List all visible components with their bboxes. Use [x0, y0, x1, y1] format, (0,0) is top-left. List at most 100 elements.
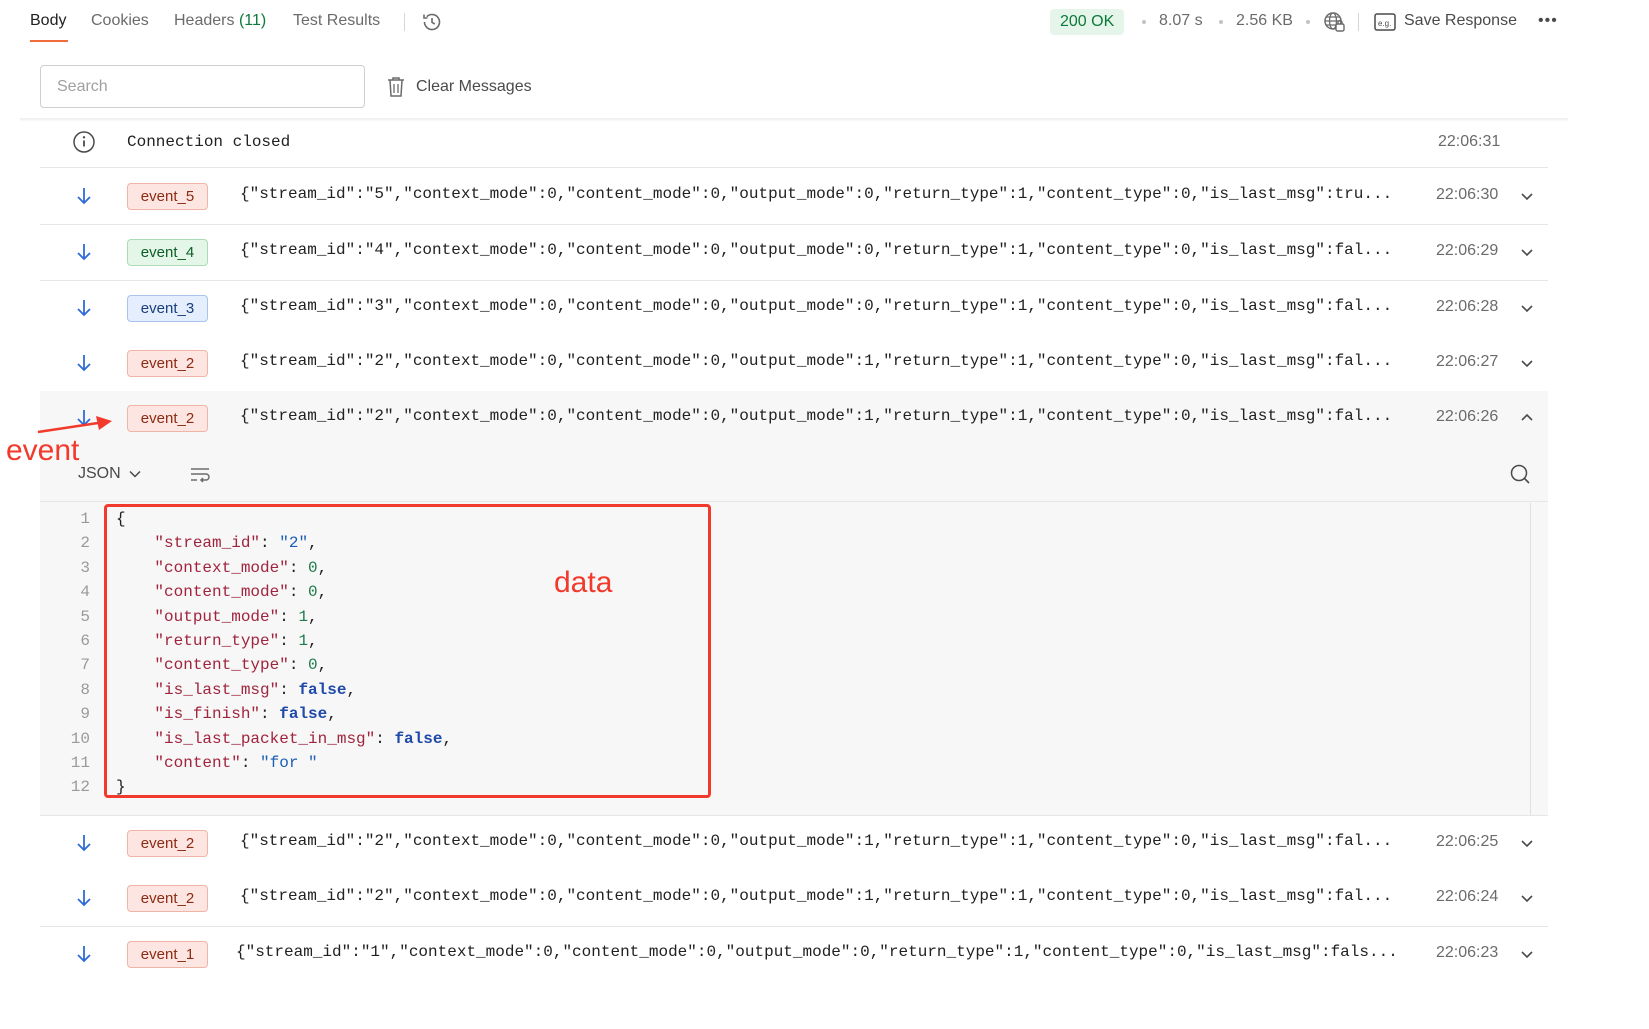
response-time[interactable]: 8.07 s	[1159, 12, 1203, 30]
chevron-down-icon[interactable]	[1518, 945, 1536, 963]
event-badge: event_3	[127, 295, 208, 322]
format-select[interactable]: JSON	[78, 465, 141, 483]
line-number: 7	[80, 656, 90, 675]
event-annotation-label: event	[6, 434, 80, 467]
response-size[interactable]: 2.56 KB	[1236, 12, 1293, 30]
headers-count: (11)	[238, 12, 267, 29]
message-row[interactable]: event_5 {"stream_id":"5","context_mode":…	[40, 169, 1548, 225]
message-row-expanded[interactable]: event_2 {"stream_id":"2","context_mode":…	[40, 391, 1548, 447]
message-time: 22:06:29	[1436, 242, 1499, 259]
chevron-down-icon[interactable]	[1518, 354, 1536, 372]
annotation-arrow-icon	[37, 416, 112, 434]
clear-messages-button[interactable]: Clear Messages	[386, 74, 532, 100]
line-number: 4	[80, 583, 90, 602]
message-row[interactable]: event_2 {"stream_id":"2","context_mode":…	[40, 336, 1548, 392]
tab-headers[interactable]: Headers (11)	[174, 12, 266, 30]
line-number: 3	[80, 558, 90, 577]
line-number: 8	[80, 680, 90, 699]
message-time: 22:06:30	[1436, 186, 1499, 203]
arrow-down-icon	[77, 835, 91, 852]
tab-test-results[interactable]: Test Results	[293, 12, 380, 30]
event-badge: event_2	[127, 405, 208, 432]
arrow-down-icon	[77, 355, 91, 372]
message-data-preview: {"stream_id":"5","context_mode":0,"conte…	[240, 185, 1393, 203]
chevron-down-icon[interactable]	[1518, 834, 1536, 852]
message-data-preview: {"stream_id":"4","context_mode":0,"conte…	[240, 241, 1393, 259]
status-badge[interactable]: 200 OK	[1050, 9, 1125, 35]
divider	[1358, 13, 1359, 31]
event-badge: event_4	[127, 239, 208, 266]
chevron-up-icon[interactable]	[1518, 409, 1536, 427]
line-number: 6	[80, 632, 90, 650]
search-input[interactable]	[40, 65, 365, 108]
divider	[404, 13, 405, 31]
active-tab-indicator	[30, 40, 68, 42]
format-select-value: JSON	[78, 465, 121, 482]
chevron-down-icon[interactable]	[1518, 299, 1536, 317]
message-row[interactable]: event_4 {"stream_id":"4","context_mode":…	[40, 225, 1548, 281]
info-icon	[73, 131, 95, 153]
tab-body[interactable]: Body	[30, 12, 66, 30]
chevron-down-icon[interactable]	[1518, 187, 1536, 205]
connection-status-row: Connection closed 22:06:31	[40, 122, 1548, 168]
history-icon[interactable]	[420, 10, 444, 34]
message-time: 22:06:26	[1436, 408, 1499, 425]
line-number: 9	[80, 705, 90, 724]
message-data-preview: {"stream_id":"2","context_mode":0,"conte…	[240, 832, 1393, 850]
scrollbar-track[interactable]	[1530, 503, 1531, 815]
separator-dot	[1219, 20, 1223, 24]
arrow-down-icon	[77, 946, 91, 963]
chevron-down-icon[interactable]	[1518, 243, 1536, 261]
tab-cookies[interactable]: Cookies	[91, 12, 149, 30]
message-row[interactable]: event_1 {"stream_id":"1","context_mode":…	[40, 927, 1548, 979]
line-number: 1	[80, 510, 90, 528]
arrow-down-icon	[77, 188, 91, 205]
event-badge: event_1	[127, 941, 208, 968]
line-number: 2	[80, 534, 90, 553]
save-response-button[interactable]: Save Response	[1404, 12, 1517, 30]
message-row[interactable]: event_2 {"stream_id":"2","context_mode":…	[40, 871, 1548, 927]
connection-status-time: 22:06:31	[1438, 133, 1501, 150]
connection-status-text: Connection closed	[127, 133, 291, 151]
separator-dot	[1306, 20, 1310, 24]
message-time: 22:06:24	[1436, 888, 1499, 905]
message-data-preview: {"stream_id":"2","context_mode":0,"conte…	[240, 407, 1393, 425]
line-number: 10	[70, 729, 90, 748]
message-data-preview: {"stream_id":"3","context_mode":0,"conte…	[240, 297, 1393, 315]
more-options-icon[interactable]: •••	[1538, 12, 1558, 30]
message-time: 22:06:27	[1436, 353, 1499, 370]
wrap-lines-icon[interactable]	[188, 463, 212, 487]
arrow-down-icon	[77, 244, 91, 261]
event-badge: event_2	[127, 885, 208, 912]
clear-messages-label: Clear Messages	[416, 78, 532, 95]
svg-text:e.g.: e.g.	[1378, 19, 1391, 28]
message-row[interactable]: event_3 {"stream_id":"3","context_mode":…	[40, 281, 1548, 337]
message-data-preview: {"stream_id":"1","context_mode":0,"conte…	[236, 943, 1398, 961]
arrow-down-icon	[77, 300, 91, 317]
separator-dot	[1142, 20, 1146, 24]
arrow-down-icon	[77, 890, 91, 907]
search-icon[interactable]	[1508, 462, 1532, 486]
message-row[interactable]: event_2 {"stream_id":"2","context_mode":…	[40, 816, 1548, 872]
chevron-down-icon[interactable]	[1518, 889, 1536, 907]
save-example-icon[interactable]: e.g.	[1374, 12, 1396, 32]
line-number: 11	[70, 754, 90, 772]
event-badge: event_2	[127, 350, 208, 377]
message-time: 22:06:23	[1436, 944, 1499, 961]
message-time: 22:06:28	[1436, 298, 1499, 315]
data-annotation-box	[104, 504, 711, 798]
message-data-preview: {"stream_id":"2","context_mode":0,"conte…	[240, 352, 1393, 370]
event-badge: event_5	[127, 183, 208, 210]
data-annotation-label: data	[554, 566, 613, 599]
line-number: 5	[80, 607, 90, 626]
network-globe-icon[interactable]	[1322, 10, 1346, 34]
event-badge: event_2	[127, 830, 208, 857]
line-number: 12	[70, 778, 90, 797]
message-time: 22:06:25	[1436, 833, 1499, 850]
trash-icon	[388, 77, 404, 97]
chevron-down-icon	[129, 470, 141, 478]
detail-toolbar: JSON	[40, 447, 1548, 502]
response-tabs-bar: Body Cookies Headers (11) Test Results 2…	[0, 0, 1568, 44]
message-data-preview: {"stream_id":"2","context_mode":0,"conte…	[240, 887, 1393, 905]
tab-headers-label: Headers	[174, 12, 235, 29]
